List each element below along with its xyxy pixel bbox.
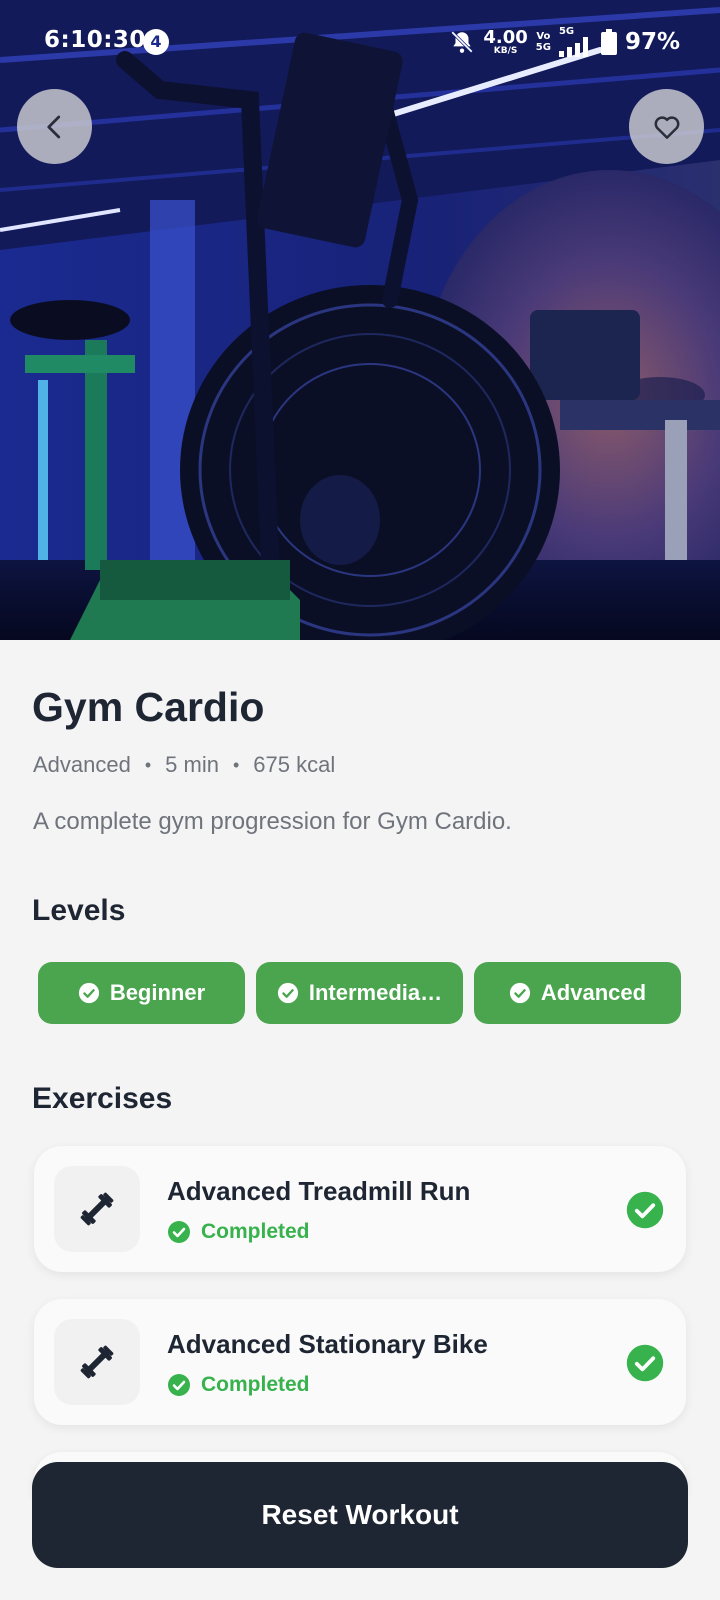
status-time: 6:10:30	[44, 27, 146, 53]
completed-check-icon[interactable]	[626, 1191, 664, 1229]
meta-separator: •	[144, 754, 152, 775]
net-speed-unit: KB/S	[493, 45, 518, 56]
status-icons: 4.00 KB/S Vo 5G 5G 97%	[449, 22, 680, 62]
level-chip-label: Beginner	[109, 980, 206, 1005]
workout-detail-screen: 6:10:30 4 4.00 KB/S Vo 5G 5G 97% Gym Car…	[0, 0, 720, 1600]
completed-check-icon[interactable]	[626, 1344, 664, 1382]
exercise-icon-box	[54, 1319, 140, 1405]
signal-strength-icon	[558, 37, 588, 57]
status-bar: 6:10:30 4 4.00 KB/S Vo 5G 5G 97%	[0, 0, 720, 84]
battery-percent: 97%	[624, 29, 680, 55]
workout-title: Gym Cardio	[32, 684, 265, 730]
exercise-card[interactable]: Advanced Stationary Bike Completed	[34, 1299, 686, 1425]
workout-meta: Advanced • 5 min • 675 kcal	[33, 752, 335, 778]
exercise-status: Completed	[167, 1373, 310, 1397]
exercises-heading: Exercises	[32, 1082, 173, 1115]
net-speed: 4.00 KB/S	[483, 26, 528, 56]
net-speed-value: 4.00	[483, 26, 528, 48]
dumbbell-icon	[80, 1192, 114, 1226]
network-type: 5G	[558, 26, 575, 37]
workout-description: A complete gym progression for Gym Cardi…	[33, 808, 512, 835]
chevron-left-icon	[46, 115, 60, 138]
level-chip-beginner[interactable]: Beginner	[38, 962, 245, 1024]
exercise-card[interactable]: Advanced Treadmill Run Completed	[34, 1146, 686, 1272]
check-circle-icon	[277, 982, 298, 1004]
level-chip-advanced[interactable]: Advanced	[474, 962, 681, 1024]
exercise-name: Advanced Treadmill Run	[167, 1176, 471, 1206]
levels-heading: Levels	[32, 894, 126, 927]
bell-off-icon	[451, 31, 474, 53]
reset-workout-button[interactable]: Reset Workout	[32, 1462, 688, 1568]
back-button[interactable]	[17, 89, 92, 164]
meta-separator: •	[232, 754, 240, 775]
level-chip-intermediate[interactable]: Intermedia…	[256, 962, 463, 1024]
gym-airbike-photo	[0, 0, 720, 640]
favorite-button[interactable]	[629, 89, 704, 164]
exercise-name: Advanced Stationary Bike	[167, 1329, 488, 1359]
battery-icon	[600, 29, 617, 55]
heart-outline-icon	[654, 115, 679, 139]
volte-icon: Vo 5G	[535, 31, 551, 53]
hero-image: 6:10:30 4 4.00 KB/S Vo 5G 5G 97%	[0, 0, 720, 640]
level-chips: Beginner Intermedia… Advanced	[38, 962, 681, 1024]
notification-count-badge: 4	[143, 29, 169, 55]
exercise-status-label: Completed	[201, 1220, 310, 1243]
workout-content: Gym Cardio Advanced • 5 min • 675 kcal A…	[0, 640, 720, 1600]
exercise-icon-box	[54, 1166, 140, 1252]
check-circle-icon	[168, 1221, 190, 1243]
exercise-status: Completed	[167, 1220, 310, 1244]
signal-5g: 5G	[558, 26, 593, 57]
level-chip-label: Intermedia…	[308, 980, 443, 1005]
workout-duration: 5 min	[165, 752, 219, 777]
check-circle-icon	[78, 982, 99, 1004]
workout-calories: 675 kcal	[253, 752, 336, 777]
workout-level: Advanced	[33, 752, 131, 777]
check-circle-icon	[509, 982, 531, 1004]
check-circle-icon	[168, 1374, 190, 1396]
exercise-status-label: Completed	[201, 1373, 310, 1396]
dumbbell-icon	[80, 1345, 114, 1379]
level-chip-label: Advanced	[540, 980, 647, 1005]
